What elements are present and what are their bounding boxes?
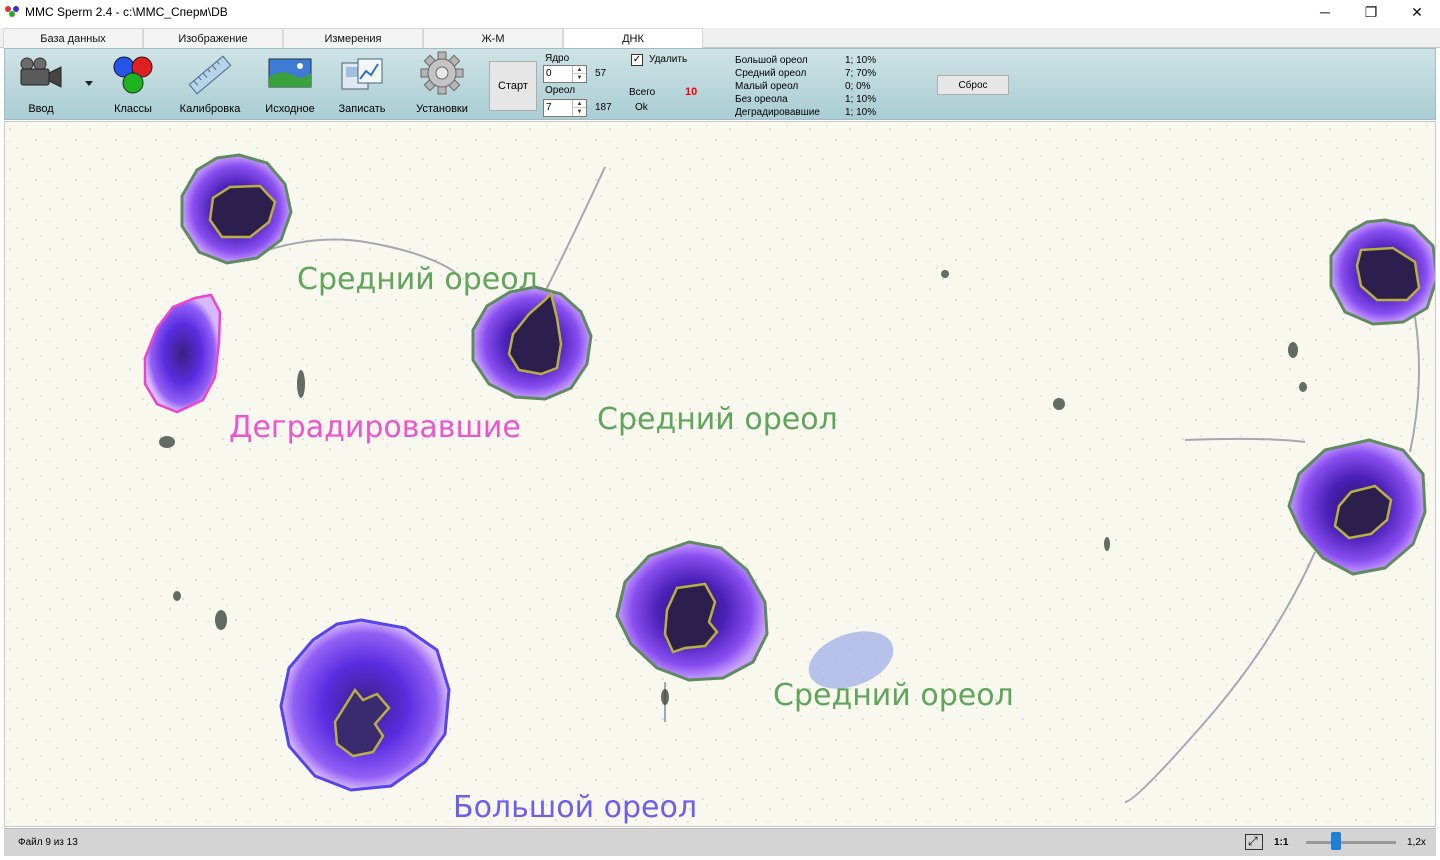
cell-label-degraded: Деградировавшие — [229, 410, 521, 445]
save-chart-icon — [341, 58, 383, 90]
sperm-cells-canvas — [5, 122, 1436, 826]
tab-strip: База данных Изображение Измерения Ж-М ДН… — [0, 28, 1440, 49]
nucleus-down-icon[interactable]: ▼ — [573, 74, 586, 82]
stats-row: Большой ореол 1; 10% — [735, 55, 877, 66]
window-title: MMC Sperm 2.4 - c:\MMC_Сперм\DB — [25, 5, 228, 19]
record-label: Записать — [338, 103, 386, 115]
nucleus-label: Ядро — [545, 53, 570, 64]
nucleus-up-icon[interactable]: ▲ — [573, 66, 586, 74]
ruler-icon — [188, 55, 232, 95]
halo-spinner[interactable]: 7 ▲ ▼ — [543, 99, 587, 117]
source-label: Исходное — [265, 103, 315, 115]
restore-button[interactable]: ❐ — [1348, 0, 1394, 24]
zoom-slider-thumb[interactable] — [1331, 832, 1341, 850]
stats-list: Большой ореол 1; 10% Средний ореол 7; 70% … — [735, 54, 876, 119]
status-bar: Файл 9 из 13 1:1 1,2x — [4, 828, 1436, 856]
tab-image[interactable]: Изображение — [143, 28, 283, 48]
ok-label: Ok — [635, 102, 648, 113]
reset-button[interactable]: Сброс — [937, 75, 1009, 95]
nucleus-spinner[interactable]: 0 ▲ ▼ — [543, 65, 587, 83]
halo-result: 187 — [595, 102, 612, 113]
zoom-slider-track[interactable] — [1306, 841, 1396, 844]
file-counter: Файл 9 из 13 — [18, 837, 78, 848]
input-dropdown-icon[interactable] — [85, 81, 95, 87]
classes-button[interactable]: Классы — [103, 49, 163, 119]
microscope-image[interactable]: Средний ореол Средний ореол Средний орео… — [4, 121, 1436, 827]
zoom-one-to-one-button[interactable]: 1:1 — [1274, 837, 1288, 848]
toolbar: Ввод Классы Калибровка Исходное Записать… — [4, 48, 1436, 120]
halo-down-icon[interactable]: ▼ — [573, 108, 586, 116]
settings-button[interactable]: Установки — [409, 49, 475, 119]
delete-label: Удалить — [649, 54, 688, 65]
halo-label: Ореол — [545, 85, 576, 96]
nucleus-result: 57 — [595, 68, 607, 79]
minimize-button[interactable]: ─ — [1302, 0, 1348, 24]
stats-row: Средний ореол 7; 70% — [735, 68, 877, 79]
halo-value: 7 — [546, 102, 552, 113]
stats-row: Малый ореол 0; 0% — [735, 81, 871, 92]
input-button[interactable]: Ввод — [11, 49, 71, 119]
stats-row: Без ореола 1; 10% — [735, 94, 877, 105]
cell-label-medium-1: Средний ореол — [297, 262, 538, 297]
nucleus-value: 0 — [546, 68, 552, 79]
zoom-value: 1,2x — [1407, 837, 1426, 848]
tab-database[interactable]: База данных — [3, 28, 143, 48]
cell-label-large: Большой ореол — [453, 790, 698, 825]
title-bar: MMC Sperm 2.4 - c:\MMC_Сперм\DB ─ ❐ ✕ — [0, 0, 1440, 24]
total-label: Всего — [629, 87, 656, 98]
tab-dna[interactable]: ДНК — [563, 28, 703, 49]
app-logo-icon — [5, 5, 19, 19]
settings-label: Установки — [416, 103, 468, 115]
calibration-label: Калибровка — [179, 103, 241, 115]
cell-medium-halo[interactable] — [1329, 218, 1436, 326]
stats-row: Деградировавшие 1; 10% — [735, 107, 877, 118]
close-button[interactable]: ✕ — [1394, 0, 1440, 24]
tab-measurements[interactable]: Измерения — [283, 28, 423, 48]
record-button[interactable]: Записать — [331, 49, 393, 119]
source-button[interactable]: Исходное — [258, 49, 322, 119]
total-value: 10 — [685, 86, 698, 98]
start-button[interactable]: Старт — [489, 61, 537, 111]
halo-up-icon[interactable]: ▲ — [573, 100, 586, 108]
delete-checkbox[interactable]: ✓ — [631, 54, 643, 66]
fit-to-window-icon[interactable] — [1245, 834, 1263, 850]
cell-label-medium-2: Средний ореол — [597, 402, 838, 437]
calibration-button[interactable]: Калибровка — [177, 49, 243, 119]
tab-zh-m[interactable]: Ж-М — [423, 28, 563, 48]
cell-label-medium-3: Средний ореол — [773, 678, 1014, 713]
rgb-spheres-icon — [113, 56, 153, 94]
gear-icon — [420, 51, 464, 95]
input-label: Ввод — [28, 103, 54, 115]
classes-label: Классы — [114, 103, 152, 115]
video-camera-icon — [20, 57, 62, 88]
landscape-image-icon — [268, 58, 312, 88]
cell-medium-halo[interactable] — [471, 285, 593, 401]
